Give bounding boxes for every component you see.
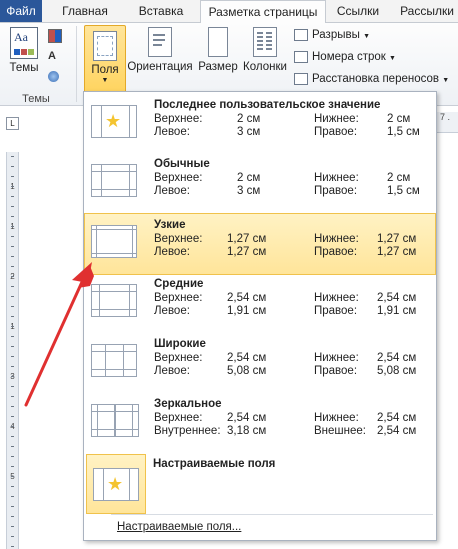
ruler-tick bbox=[11, 486, 14, 487]
star-icon: ★ bbox=[107, 474, 124, 494]
ruler-tick bbox=[11, 406, 14, 407]
chevron-down-icon: ▼ bbox=[389, 55, 396, 63]
ruler-tick bbox=[11, 536, 14, 537]
hyphenation-icon bbox=[294, 73, 308, 85]
ruler-tick bbox=[11, 216, 14, 217]
ruler-tick bbox=[11, 166, 14, 167]
ruler-tick bbox=[11, 496, 14, 497]
themes-group-label: Темы bbox=[22, 93, 50, 105]
ruler-tick bbox=[11, 206, 14, 207]
ruler-tick bbox=[11, 546, 14, 547]
ruler-tick bbox=[11, 456, 14, 457]
line-numbers-icon bbox=[294, 51, 308, 63]
ruler-tick bbox=[11, 246, 14, 247]
tab-file[interactable]: Файл bbox=[0, 0, 42, 22]
ribbon-tabs: Файл Главная Вставка Разметка страницы С… bbox=[0, 0, 458, 24]
columns-button[interactable]: Колонки bbox=[241, 27, 289, 73]
ruler-tick bbox=[11, 326, 14, 327]
margin-preset-wide[interactable]: Широкие Верхнее: 2,54 см Нижнее: 2,54 см… bbox=[85, 333, 435, 393]
ruler-tick bbox=[11, 226, 14, 227]
ruler-tick bbox=[11, 316, 14, 317]
star-icon: ★ bbox=[105, 111, 122, 131]
ruler-tick bbox=[11, 256, 14, 257]
margins-button[interactable]: Поля ▼ bbox=[84, 25, 126, 97]
ruler-tick bbox=[11, 276, 14, 277]
chevron-down-icon: ▼ bbox=[442, 77, 450, 85]
ruler-tick bbox=[11, 396, 14, 397]
theme-fonts-button[interactable]: A bbox=[48, 50, 66, 64]
page-margins-icon: ★ bbox=[93, 468, 139, 501]
vertical-ruler: 1 1 2 1 3 4 5 bbox=[6, 152, 19, 549]
menu-divider bbox=[111, 514, 433, 515]
ruler-tick bbox=[11, 186, 14, 187]
page-margins-icon bbox=[91, 344, 137, 377]
ruler-tick bbox=[11, 376, 14, 377]
group-separator bbox=[76, 26, 77, 102]
ruler-tick bbox=[11, 356, 14, 357]
theme-effects-button[interactable] bbox=[48, 71, 66, 85]
ruler-tick bbox=[11, 176, 14, 177]
page-margins-icon bbox=[91, 284, 137, 317]
margin-preset-normal[interactable]: Обычные Верхнее: 2 см Нижнее: 2 см Левое… bbox=[85, 153, 435, 213]
page-margins-icon bbox=[91, 225, 137, 258]
margins-icon bbox=[93, 31, 117, 61]
page-margins-icon bbox=[91, 404, 139, 437]
ruler-tick bbox=[11, 426, 14, 427]
chevron-down-icon: ▼ bbox=[363, 33, 371, 41]
ruler-tick bbox=[11, 476, 14, 477]
breaks-button[interactable]: Разрывы ▼ bbox=[294, 29, 370, 41]
ruler-tick bbox=[11, 266, 14, 267]
margin-preset-last-custom[interactable]: ★ Последнее пользовательское значение Ве… bbox=[85, 94, 435, 154]
margin-preset-custom[interactable]: ★ bbox=[86, 454, 146, 514]
margin-preset-moderate[interactable]: Средние Верхнее: 2,54 см Нижнее: 2,54 см… bbox=[85, 273, 435, 333]
ruler-tick bbox=[11, 526, 14, 527]
chevron-down-icon: ▼ bbox=[101, 77, 109, 84]
themes-button[interactable]: Aa Темы bbox=[4, 27, 44, 74]
page-size-icon bbox=[208, 27, 228, 57]
custom-margins-link[interactable]: Настраиваемые поля... bbox=[117, 521, 241, 533]
margin-preset-narrow[interactable]: Узкие Верхнее: 1,27 см Нижнее: 1,27 см Л… bbox=[84, 213, 436, 275]
ruler-tick bbox=[11, 296, 14, 297]
orientation-icon bbox=[148, 27, 172, 57]
tab-page-layout[interactable]: Разметка страницы bbox=[200, 0, 326, 24]
themes-icon: Aa bbox=[10, 27, 38, 59]
columns-icon bbox=[253, 27, 277, 57]
size-button[interactable]: Размер bbox=[197, 27, 239, 73]
tab-insert[interactable]: Вставка bbox=[126, 0, 196, 22]
ruler-tick bbox=[11, 366, 14, 367]
ruler-tick bbox=[11, 446, 14, 447]
tab-home[interactable]: Главная bbox=[52, 0, 118, 22]
ruler-tick bbox=[11, 236, 14, 237]
ruler-tick bbox=[11, 346, 14, 347]
ruler-tick bbox=[11, 416, 14, 417]
theme-effects-icon bbox=[48, 71, 59, 82]
ruler-tick bbox=[11, 336, 14, 337]
horizontal-ruler: . 7 . bbox=[435, 112, 458, 133]
ruler-tick bbox=[11, 286, 14, 287]
theme-fonts-icon: A bbox=[48, 50, 56, 62]
ruler-tick bbox=[11, 156, 14, 157]
tab-mailings[interactable]: Рассылки bbox=[392, 0, 458, 22]
page-margins-icon: ★ bbox=[91, 105, 137, 138]
ruler-tick bbox=[11, 466, 14, 467]
hyphenation-button[interactable]: Расстановка переносов ▼ bbox=[294, 73, 449, 85]
ruler-tick bbox=[11, 516, 14, 517]
ruler-tick bbox=[11, 436, 14, 437]
page-margins-icon bbox=[91, 164, 137, 197]
custom-margins-label: Настраиваемые поля bbox=[153, 458, 276, 470]
tab-selector[interactable]: L bbox=[6, 117, 19, 130]
ruler-tick bbox=[11, 306, 14, 307]
margin-preset-mirrored[interactable]: Зеркальное Верхнее: 2,54 см Нижнее: 2,54… bbox=[85, 393, 435, 453]
ruler-tick bbox=[11, 506, 14, 507]
theme-colors-icon bbox=[48, 29, 62, 43]
ruler-tick bbox=[11, 386, 14, 387]
orientation-button[interactable]: Ориентация bbox=[127, 27, 193, 73]
ruler-tick bbox=[11, 196, 14, 197]
theme-colors-button[interactable] bbox=[48, 29, 66, 43]
margins-dropdown: ★ Последнее пользовательское значение Ве… bbox=[83, 91, 437, 541]
tab-references[interactable]: Ссылки bbox=[330, 0, 386, 22]
line-numbers-button[interactable]: Номера строк ▼ bbox=[294, 51, 396, 63]
breaks-icon bbox=[294, 29, 308, 41]
